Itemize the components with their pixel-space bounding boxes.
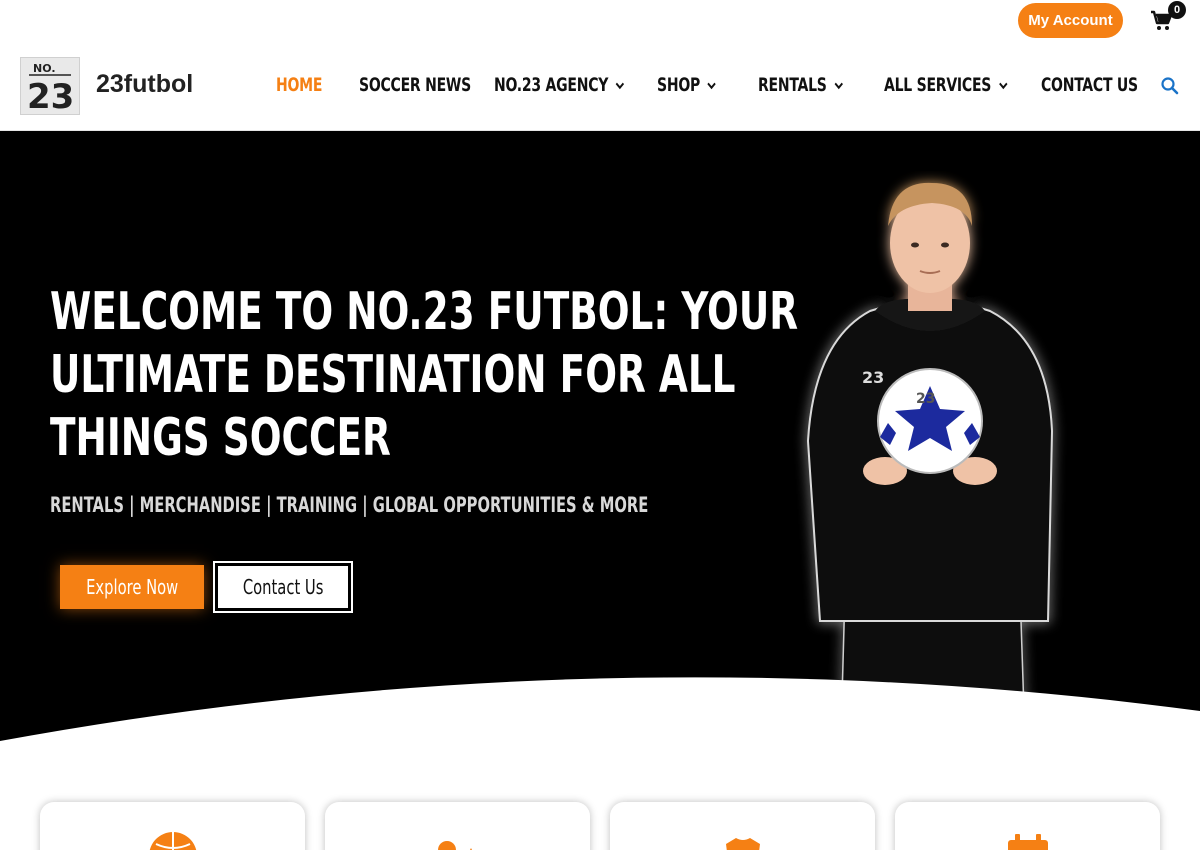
nav-soccer-news[interactable]: SOCCER NEWS (359, 72, 471, 98)
nav-soccer-news-label: SOCCER NEWS (359, 74, 471, 96)
calendar-icon (1007, 834, 1048, 850)
svg-text:23: 23 (862, 368, 884, 387)
training-player-icon (437, 841, 472, 850)
site-header: NO. 23 23futbol HOME SOCCER NEWS NO.23 A… (0, 42, 1200, 131)
svg-text:NO.: NO. (33, 62, 56, 75)
nav-home[interactable]: HOME (276, 72, 322, 98)
top-bar: My Account 0 (0, 0, 1200, 42)
hero-bottom-curve (0, 677, 1200, 771)
nav-contact-us[interactable]: CONTACT US (1041, 72, 1138, 98)
cart-button[interactable]: 0 (1150, 1, 1186, 36)
nav-all-services-label: ALL SERVICES (884, 74, 992, 96)
explore-now-label: Explore Now (85, 575, 179, 599)
hero-subtitle: RENTALS | MERCHANDISE | TRAINING | GLOBA… (50, 493, 649, 517)
contact-us-label: Contact Us (242, 575, 324, 599)
nav-agency-label: NO.23 AGENCY (494, 74, 609, 96)
cart-count-badge: 0 (1168, 1, 1186, 19)
feature-card[interactable] (325, 802, 590, 850)
nav-home-label: HOME (276, 74, 323, 96)
chevron-down-icon (707, 82, 717, 89)
site-name[interactable]: 23futbol (96, 70, 193, 99)
jersey-icon (725, 838, 760, 850)
search-icon[interactable] (1160, 76, 1180, 96)
nav-agency[interactable]: NO.23 AGENCY (494, 72, 625, 98)
soccer-ball-icon (149, 832, 196, 850)
feature-card[interactable] (895, 802, 1160, 850)
chevron-down-icon (834, 82, 843, 89)
feature-card[interactable] (610, 802, 875, 850)
nav-shop-label: SHOP (657, 74, 701, 96)
nav-rentals[interactable]: RENTALS (758, 72, 844, 98)
hero-section: Welcome to No.23 Futbol: Your Ultimate D… (0, 131, 1200, 771)
svg-text:23: 23 (27, 77, 74, 114)
nav-contact-us-label: CONTACT US (1041, 74, 1138, 96)
logo-icon: NO. 23 (27, 62, 74, 117)
nav-all-services[interactable]: ALL SERVICES (884, 72, 1008, 98)
chevron-down-icon (615, 82, 625, 89)
chevron-down-icon (998, 82, 1008, 89)
site-logo[interactable]: NO. 23 (20, 57, 80, 117)
nav-rentals-label: RENTALS (758, 74, 827, 96)
svg-text:23: 23 (916, 391, 935, 407)
hero-title: Welcome to No.23 Futbol: Your Ultimate D… (50, 282, 799, 468)
contact-us-button[interactable]: Contact Us (213, 561, 353, 613)
explore-now-button[interactable]: Explore Now (60, 565, 204, 609)
my-account-label: My Account (1028, 12, 1113, 29)
my-account-button[interactable]: My Account (1018, 3, 1123, 38)
feature-card[interactable] (40, 802, 305, 850)
nav-shop[interactable]: SHOP (657, 72, 717, 98)
